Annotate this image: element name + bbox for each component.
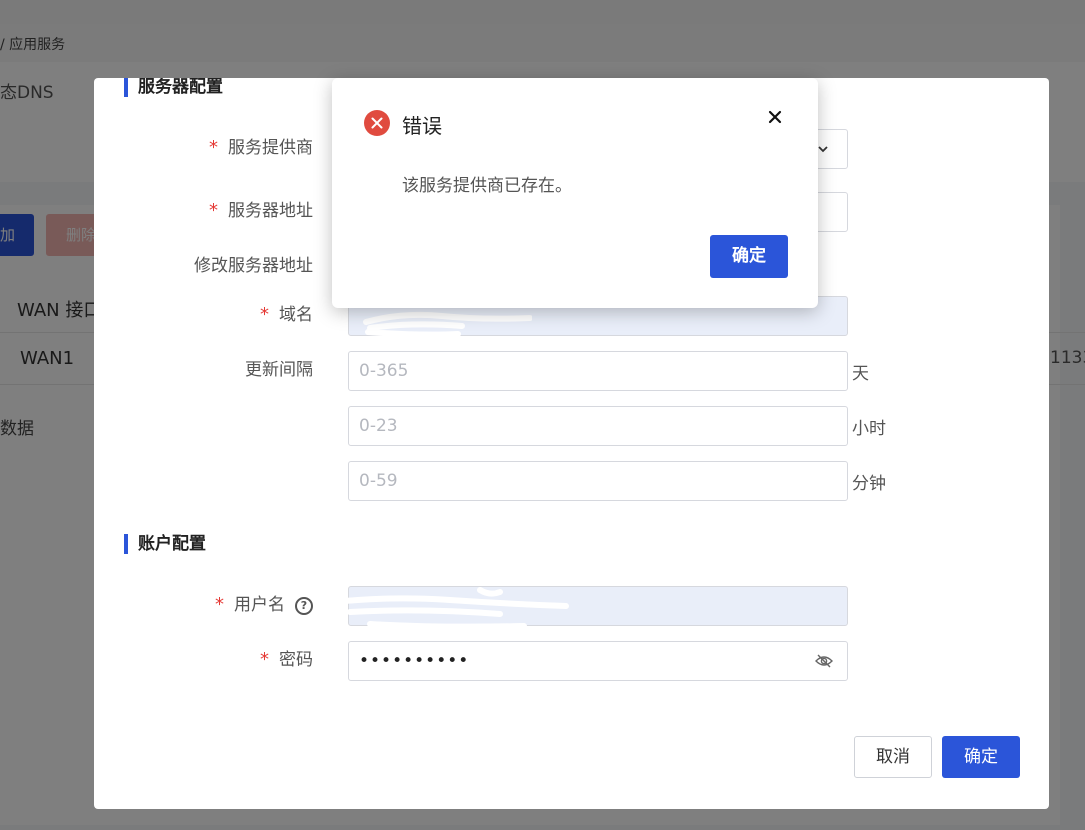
username-label-text: 用户名 bbox=[234, 595, 285, 615]
account-section-title: 账户配置 bbox=[124, 534, 206, 554]
required-mark: * bbox=[260, 649, 269, 670]
error-title: 错误 bbox=[402, 114, 442, 138]
minutes-input[interactable]: 0-59 bbox=[348, 461, 848, 501]
username-label: * 用户名? bbox=[215, 590, 313, 615]
password-label: * 密码 bbox=[260, 645, 313, 670]
required-mark: * bbox=[215, 594, 224, 615]
server-address-label-text: 服务器地址 bbox=[228, 201, 313, 221]
domain-label: * 域名 bbox=[260, 300, 313, 325]
eye-off-icon[interactable] bbox=[815, 654, 833, 668]
provider-label: * 服务提供商 bbox=[209, 133, 313, 158]
provider-label-text: 服务提供商 bbox=[228, 138, 313, 158]
days-input[interactable]: 0-365 bbox=[348, 351, 848, 391]
password-value: •••••••••• bbox=[359, 651, 470, 671]
error-ok-button[interactable]: 确定 bbox=[710, 235, 788, 278]
redaction-scribble bbox=[363, 311, 532, 338]
update-interval-label: 更新间隔 bbox=[245, 360, 313, 380]
server-section-title: 服务器配置 bbox=[124, 78, 223, 97]
error-message: 该服务提供商已存在。 bbox=[402, 176, 572, 196]
required-mark: * bbox=[209, 200, 218, 221]
modify-server-label: 修改服务器地址 bbox=[194, 256, 313, 276]
server-address-label: * 服务器地址 bbox=[209, 196, 313, 221]
confirm-button[interactable]: 确定 bbox=[942, 736, 1020, 778]
days-unit: 天 bbox=[852, 364, 869, 384]
hours-input[interactable]: 0-23 bbox=[348, 406, 848, 446]
error-icon bbox=[364, 110, 390, 136]
password-input[interactable]: •••••••••• bbox=[348, 641, 848, 681]
password-label-text: 密码 bbox=[279, 650, 313, 670]
chevron-down-icon bbox=[818, 146, 828, 153]
minutes-unit: 分钟 bbox=[852, 474, 886, 494]
close-icon[interactable] bbox=[764, 106, 786, 128]
cancel-button[interactable]: 取消 bbox=[854, 736, 932, 778]
help-icon[interactable]: ? bbox=[295, 597, 313, 615]
required-mark: * bbox=[260, 304, 269, 325]
required-mark: * bbox=[209, 137, 218, 158]
hours-unit: 小时 bbox=[852, 419, 886, 439]
error-modal: 错误 该服务提供商已存在。 确定 bbox=[332, 78, 818, 308]
domain-label-text: 域名 bbox=[279, 305, 313, 325]
redaction-scribble bbox=[331, 587, 569, 630]
